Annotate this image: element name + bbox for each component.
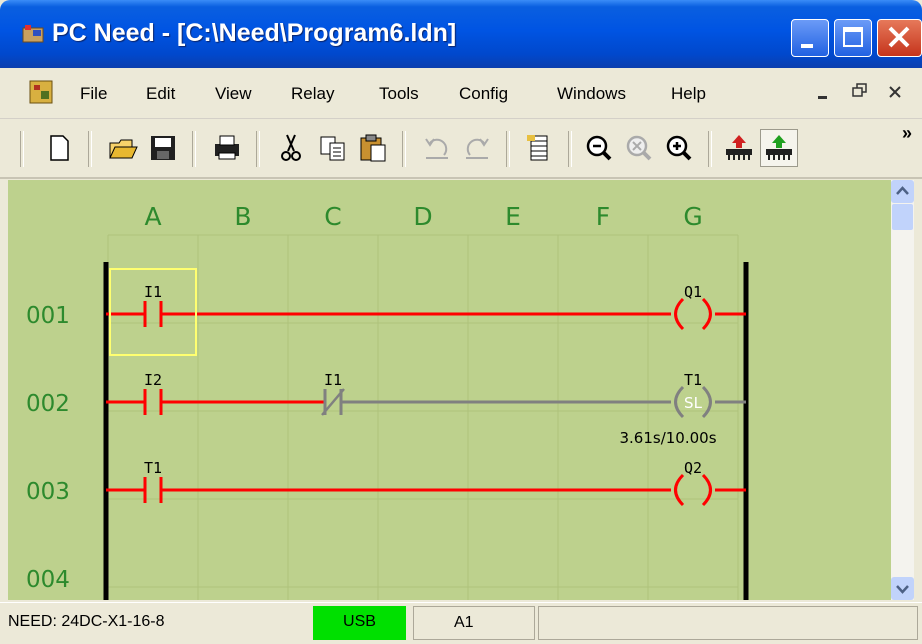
coil-right-arc	[701, 385, 712, 419]
column-header-a: A	[144, 202, 161, 231]
menu-relay[interactable]: Relay	[291, 84, 334, 104]
mdi-restore-icon[interactable]	[850, 82, 868, 102]
maximize-icon	[843, 27, 863, 47]
rung-number: 003	[26, 479, 70, 505]
coil-left-arc	[674, 297, 685, 331]
contact-label: I1	[324, 371, 342, 389]
chevron-down-icon	[896, 585, 909, 594]
menu-edit[interactable]: Edit	[146, 84, 175, 104]
column-header-e: E	[505, 202, 521, 231]
coil-right-arc	[701, 473, 712, 507]
download-icon[interactable]	[722, 131, 756, 165]
scroll-down-button[interactable]	[891, 577, 914, 600]
vertical-scrollbar[interactable]	[891, 180, 914, 600]
open-icon[interactable]	[106, 131, 140, 165]
status-empty-panel	[538, 606, 918, 640]
mdi-minimize-icon[interactable]	[815, 84, 831, 102]
rung-number: 002	[26, 391, 70, 417]
title-bar[interactable]: PC Need - [C:\Need\Program6.ldn]	[0, 0, 922, 68]
paste-icon[interactable]	[356, 131, 390, 165]
toolbar: »	[0, 119, 922, 179]
column-header-c: C	[324, 202, 341, 231]
column-header-f: F	[596, 202, 610, 231]
upload-button-pressed[interactable]	[760, 129, 798, 167]
close-icon	[888, 26, 910, 48]
column-header-g: G	[683, 202, 702, 231]
column-header-b: B	[234, 202, 251, 231]
menu-help[interactable]: Help	[671, 84, 706, 104]
chevron-up-icon	[896, 186, 909, 195]
timer-mode: SL	[684, 394, 703, 412]
zoom-out-icon[interactable]	[582, 131, 616, 165]
toolbar-grip	[20, 131, 24, 167]
cell-position: A1	[413, 606, 535, 640]
minimize-icon	[801, 44, 813, 48]
usb-status-badge: USB	[313, 606, 406, 640]
undo-icon[interactable]	[420, 131, 454, 165]
scroll-up-button[interactable]	[891, 180, 914, 203]
close-button[interactable]	[877, 19, 922, 57]
contact-label: I2	[144, 371, 162, 389]
coil-label: T1	[684, 371, 702, 389]
status-bar: NEED: 24DC-X1-16-8 USB A1	[0, 602, 922, 644]
new-icon[interactable]	[42, 131, 76, 165]
document-icon[interactable]	[28, 79, 56, 107]
column-header-d: D	[413, 202, 432, 231]
menu-view[interactable]: View	[215, 84, 252, 104]
zoom-in-icon[interactable]	[662, 131, 696, 165]
window-title: PC Need - [C:\Need\Program6.ldn]	[52, 19, 457, 47]
print-icon[interactable]	[210, 131, 244, 165]
coil-right-arc	[701, 297, 712, 331]
menu-config[interactable]: Config	[459, 84, 508, 104]
menu-tools[interactable]: Tools	[379, 84, 419, 104]
coil-left-arc	[674, 385, 685, 419]
monitor-icon[interactable]	[522, 131, 556, 165]
coil-left-arc	[674, 473, 685, 507]
maximize-button[interactable]	[834, 19, 872, 57]
selection-cursor	[109, 268, 197, 356]
upload-icon	[766, 135, 792, 160]
minimize-button[interactable]	[791, 19, 829, 57]
scroll-thumb[interactable]	[892, 204, 913, 230]
app-icon	[22, 25, 44, 43]
rung-number: 004	[26, 567, 70, 593]
menu-file[interactable]: File	[80, 84, 107, 104]
redo-icon[interactable]	[460, 131, 494, 165]
coil-label: Q1	[684, 283, 702, 301]
ladder-svg[interactable]: A B C D E F G 001 002 003 004 I1 I2 I1 T1 Q1 SL T1 3.61s/1…	[8, 180, 891, 600]
rung-number: 001	[26, 303, 70, 329]
mdi-close-icon[interactable]	[887, 84, 903, 102]
contact-label: I1	[144, 283, 162, 301]
coil-label: Q2	[684, 459, 702, 477]
menu-windows[interactable]: Windows	[557, 84, 626, 104]
cut-icon[interactable]	[274, 131, 308, 165]
menu-bar: File Edit View Relay Tools Config Window…	[0, 68, 922, 119]
timer-value: 3.61s/10.00s	[619, 429, 716, 447]
copy-icon[interactable]	[316, 131, 350, 165]
device-status: NEED: 24DC-X1-16-8	[8, 613, 165, 630]
save-icon[interactable]	[146, 131, 180, 165]
toolbar-overflow-icon[interactable]: »	[902, 123, 912, 144]
contact-label: T1	[144, 459, 162, 477]
ladder-diagram[interactable]: A B C D E F G 001 002 003 004 I1 I2 I1 T1 Q1 SL T1 3.61s/1…	[8, 180, 891, 600]
zoom-reset-icon[interactable]	[622, 131, 656, 165]
